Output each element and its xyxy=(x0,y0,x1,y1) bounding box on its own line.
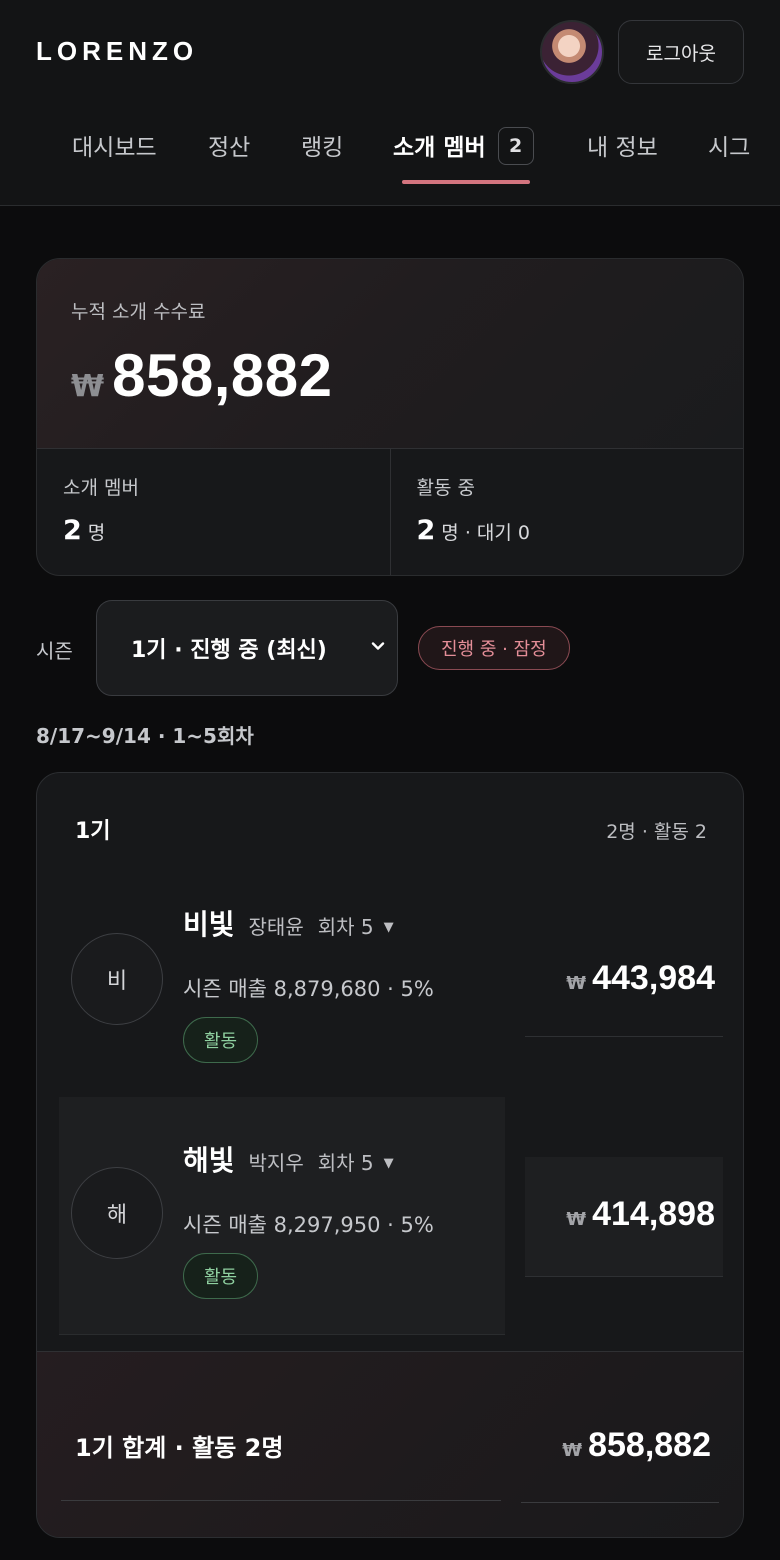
card-meta: 2명 · 활동 2 xyxy=(606,821,707,843)
member-row[interactable]: 비 비빛 장태윤 회차 5 ▼ 시즌 매출 8,879,680 · 5% 활동 ₩ 4… xyxy=(59,873,723,1097)
tab-referred-members[interactable]: 소개 멤버 2 xyxy=(393,126,534,168)
total-label: 1기 합계 · 활동 2명 xyxy=(75,1434,284,1462)
amount-value: 414,898 xyxy=(592,1195,715,1233)
member-row[interactable]: 해 해빛 박지우 회차 5 ▼ 시즌 매출 8,297,950 · 5% 활동 ₩ 4… xyxy=(59,1097,723,1335)
season-select[interactable]: 1기 · 진행 중 (최신) xyxy=(96,600,398,696)
count-badge: 2 xyxy=(497,126,534,165)
tab-dashboard[interactable]: 대시보드 xyxy=(72,128,157,162)
referral-summary-card: 누적 소개 수수료 ₩ 858,882 소개 멤버 2명 활동 중 2명 · 대… xyxy=(36,258,744,576)
member-real-name: 장태윤 xyxy=(248,915,304,939)
currency-symbol: ₩ xyxy=(562,1440,583,1461)
summary-value: 858,882 xyxy=(112,342,333,409)
member-name: 해빛 박지우 회차 5 ▼ xyxy=(183,1139,394,1179)
stat-label: 활동 중 xyxy=(416,477,475,499)
member-real-name: 박지우 xyxy=(248,1151,304,1175)
member-avatar: 해 xyxy=(71,1167,163,1259)
divider xyxy=(521,1502,719,1503)
chevron-down-icon xyxy=(371,642,385,650)
member-avatar: 비 xyxy=(71,933,163,1025)
active-tab-indicator xyxy=(402,180,530,184)
tab-sig[interactable]: 시그 xyxy=(708,128,750,162)
member-name: 비빛 장태윤 회차 5 ▼ xyxy=(183,903,394,943)
member-round[interactable]: 회차 5 xyxy=(318,1151,374,1175)
stat-count: 2 xyxy=(416,515,436,546)
season-select-value: 1기 · 진행 중 (최신) xyxy=(131,638,327,663)
member-status-badge: 활동 xyxy=(183,1017,259,1063)
member-sales: 시즌 매출 8,879,680 · 5% xyxy=(183,977,434,1001)
member-amount-cell: ₩ 414,898 xyxy=(525,1157,723,1277)
app-header: LORENZO 로그아웃 대시보드 정산 랭킹 소개 멤버 2 내 정보 시그 xyxy=(0,0,780,206)
stat-value: 2명 xyxy=(63,515,105,546)
season-members-card: 1기 2명 · 활동 2 비 비빛 장태윤 회차 5 ▼ 시즌 매출 8,879,68… xyxy=(36,772,744,1538)
member-amount-cell: ₩ 443,984 xyxy=(525,873,723,1037)
tab-ranking[interactable]: 랭킹 xyxy=(301,128,343,162)
stat-unit: 명 xyxy=(87,522,106,544)
amount-value: 443,984 xyxy=(592,959,715,997)
tab-label: 소개 멤버 xyxy=(393,135,486,161)
season-range: 8/17~9/14 · 1~5회차 xyxy=(36,724,254,748)
member-sales: 시즌 매출 8,297,950 · 5% xyxy=(183,1213,434,1237)
member-nickname: 해빛 xyxy=(183,1144,235,1177)
season-status-badge: 진행 중 · 잠정 xyxy=(418,626,570,670)
currency-symbol: ₩ xyxy=(71,369,105,404)
season-filter-label: 시즌 xyxy=(36,639,73,663)
tab-settlement[interactable]: 정산 xyxy=(208,128,250,162)
stat-unit: 명 · 대기 0 xyxy=(441,522,530,544)
stat-label: 소개 멤버 xyxy=(63,477,139,499)
member-info: 해 해빛 박지우 회차 5 ▼ 시즌 매출 8,297,950 · 5% 활동 xyxy=(59,1097,505,1335)
member-amount: ₩ 414,898 xyxy=(566,1195,715,1234)
stat-active: 활동 중 2명 · 대기 0 xyxy=(389,449,744,575)
member-round[interactable]: 회차 5 xyxy=(318,915,374,939)
tab-bar: 대시보드 정산 랭킹 소개 멤버 2 내 정보 시그 xyxy=(0,112,780,206)
stat-value: 2명 · 대기 0 xyxy=(417,515,530,546)
divider xyxy=(61,1500,501,1501)
caret-down-icon[interactable]: ▼ xyxy=(384,920,394,935)
summary-stats: 소개 멤버 2명 활동 중 2명 · 대기 0 xyxy=(37,449,743,575)
tab-my-info[interactable]: 내 정보 xyxy=(587,128,658,162)
amount-value: 858,882 xyxy=(588,1426,711,1464)
summary-label: 누적 소개 수수료 xyxy=(71,301,206,323)
currency-symbol: ₩ xyxy=(566,973,587,994)
stat-members: 소개 멤버 2명 xyxy=(37,449,390,575)
member-info: 비 비빛 장태윤 회차 5 ▼ 시즌 매출 8,879,680 · 5% 활동 xyxy=(59,873,505,1097)
stat-count: 2 xyxy=(63,515,82,546)
logout-button[interactable]: 로그아웃 xyxy=(618,20,744,84)
summary-total-section: 누적 소개 수수료 ₩ 858,882 xyxy=(37,259,743,449)
member-amount: ₩ 443,984 xyxy=(566,959,715,998)
caret-down-icon[interactable]: ▼ xyxy=(384,1156,394,1171)
currency-symbol: ₩ xyxy=(566,1209,587,1230)
card-title: 1기 xyxy=(75,819,111,844)
member-status-badge: 활동 xyxy=(183,1253,259,1299)
member-nickname: 비빛 xyxy=(183,908,235,941)
avatar[interactable] xyxy=(540,20,604,84)
summary-amount: ₩ 858,882 xyxy=(71,341,332,410)
logo[interactable]: LORENZO xyxy=(36,36,198,67)
total-amount: ₩ 858,882 xyxy=(562,1426,711,1465)
season-total-row: 1기 합계 · 활동 2명 ₩ 858,882 xyxy=(37,1351,743,1537)
